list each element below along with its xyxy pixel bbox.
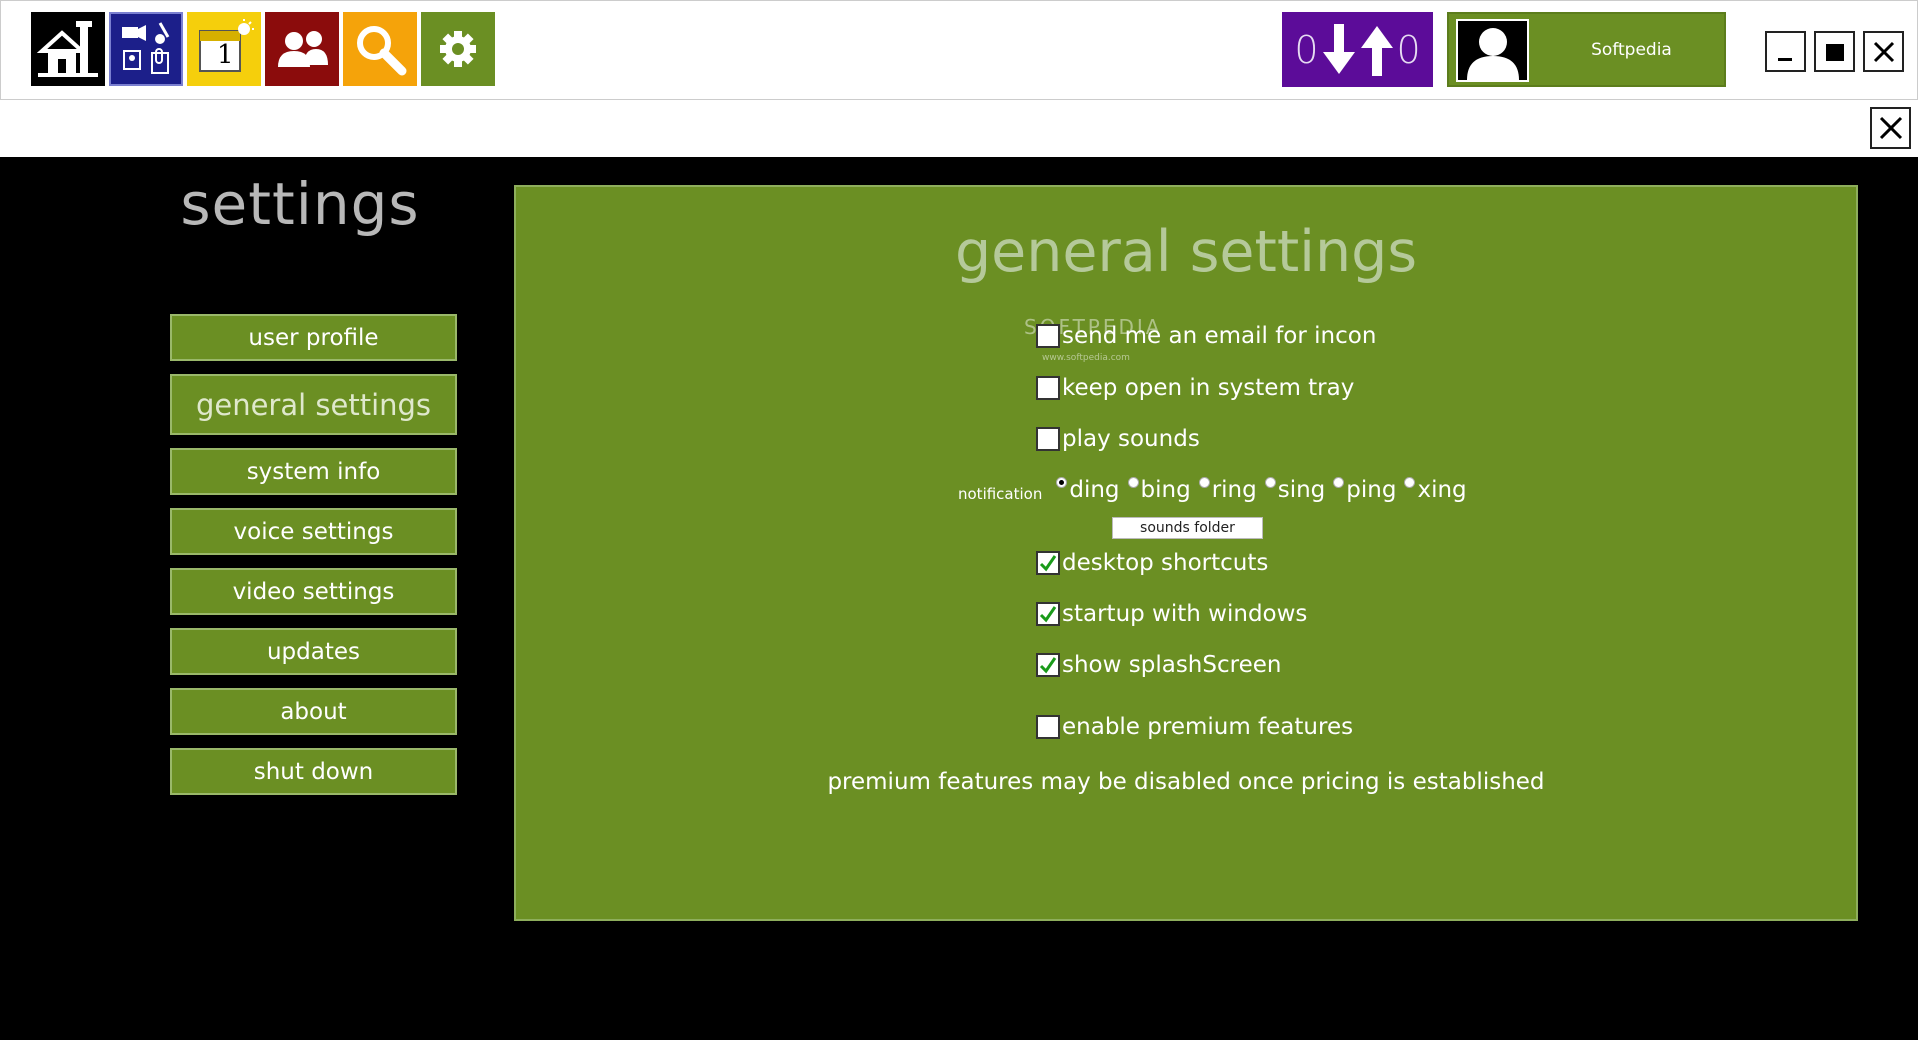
sounds-folder-button[interactable]: sounds folder [1112,517,1263,539]
radio-sing[interactable] [1264,476,1276,488]
option-tray[interactable]: keep open in system tray [1036,375,1354,401]
option-premium[interactable]: enable premium features [1036,714,1353,740]
nav-shut-down[interactable]: shut down [170,748,457,795]
checkmark-icon [1039,606,1057,623]
username: Softpedia [1591,39,1672,60]
settings-tile[interactable] [421,12,495,86]
home-tile[interactable] [31,12,105,86]
close-window-button[interactable] [1863,31,1904,72]
radio-xing[interactable] [1404,476,1416,488]
nav-about[interactable]: about [170,688,457,735]
user-card[interactable]: Softpedia [1447,12,1726,87]
option-sounds-label: play sounds [1062,426,1200,452]
option-email[interactable]: send me an email for incon [1036,323,1376,349]
option-startup-label: startup with windows [1062,601,1308,627]
email-checkbox[interactable] [1036,324,1060,348]
option-splash[interactable]: show splashScreen [1036,652,1281,678]
notification-sound-group: notification ding bing ring sing ping xi… [958,476,1475,503]
splash-checkbox[interactable] [1036,653,1060,677]
option-sounds[interactable]: play sounds [1036,426,1200,452]
radio-bing[interactable] [1127,476,1139,488]
close-icon [1873,41,1894,62]
startup-checkbox[interactable] [1036,602,1060,626]
upload-arrow-icon [1360,25,1393,76]
search-icon [357,26,407,76]
user-silhouette-icon [1466,28,1519,80]
maximize-icon [1825,43,1844,61]
nav-updates[interactable]: updates [170,628,457,675]
nav-general-settings[interactable]: general settings [170,374,457,435]
sub-bar [0,100,1918,157]
search-tile[interactable] [343,12,417,86]
radio-ring-label: ring [1211,477,1257,503]
home-icon [36,21,98,77]
sounds-checkbox[interactable] [1036,427,1060,451]
radio-ping[interactable] [1333,476,1345,488]
media-icon [122,22,170,74]
option-splash-label: show splashScreen [1062,652,1282,678]
contacts-tile[interactable] [265,12,339,86]
checkmark-icon [1039,555,1057,572]
radio-bing-label: bing [1140,477,1191,503]
minimize-button[interactable] [1765,31,1806,72]
calendar-tile[interactable]: 1 [187,12,261,86]
watermark-url: www.softpedia.com [1042,353,1130,363]
download-arrow-icon [1322,23,1355,74]
premium-note: premium features may be disabled once pr… [827,769,1545,795]
maximize-button[interactable] [1814,31,1855,72]
download-count: 0 [1294,27,1319,72]
checkmark-icon [1039,657,1057,674]
panel-title: general settings [954,219,1418,285]
radio-sing-label: sing [1277,477,1326,503]
minimize-icon [1777,57,1792,61]
option-email-label: send me an email for incon [1062,323,1377,349]
radio-ping-label: ping [1346,477,1397,503]
nav-voice-settings[interactable]: voice settings [170,508,457,555]
option-tray-label: keep open in system tray [1062,375,1355,401]
nav-video-settings[interactable]: video settings [170,568,457,615]
radio-ding-label: ding [1069,477,1120,503]
calendar-day: 1 [217,40,234,70]
option-shortcuts[interactable]: desktop shortcuts [1036,550,1268,576]
page-title: settings [180,170,420,238]
radio-xing-label: xing [1417,477,1467,503]
general-settings-panel: general settings SOFTPEDIA www.softpedia… [514,185,1858,921]
media-tile[interactable] [109,12,183,86]
close-settings-button[interactable] [1870,107,1911,149]
radio-ring[interactable] [1198,476,1210,488]
radio-ding[interactable] [1056,476,1068,488]
contacts-icon [278,31,328,67]
option-premium-label: enable premium features [1062,714,1354,740]
nav-user-profile[interactable]: user profile [170,314,457,361]
option-startup[interactable]: startup with windows [1036,601,1307,627]
shortcuts-checkbox[interactable] [1036,551,1060,575]
tray-checkbox[interactable] [1036,376,1060,400]
notification-label: notification [958,485,1043,503]
nav-system-info[interactable]: system info [170,448,457,495]
premium-checkbox[interactable] [1036,715,1060,739]
transfer-counter[interactable]: 0 0 [1282,12,1433,87]
gear-icon [440,31,476,67]
top-bar: 1 0 0 Softpedia [0,0,1918,100]
avatar [1456,19,1529,82]
upload-count: 0 [1396,27,1421,72]
close-icon [1879,116,1902,140]
option-shortcuts-label: desktop shortcuts [1062,550,1269,576]
